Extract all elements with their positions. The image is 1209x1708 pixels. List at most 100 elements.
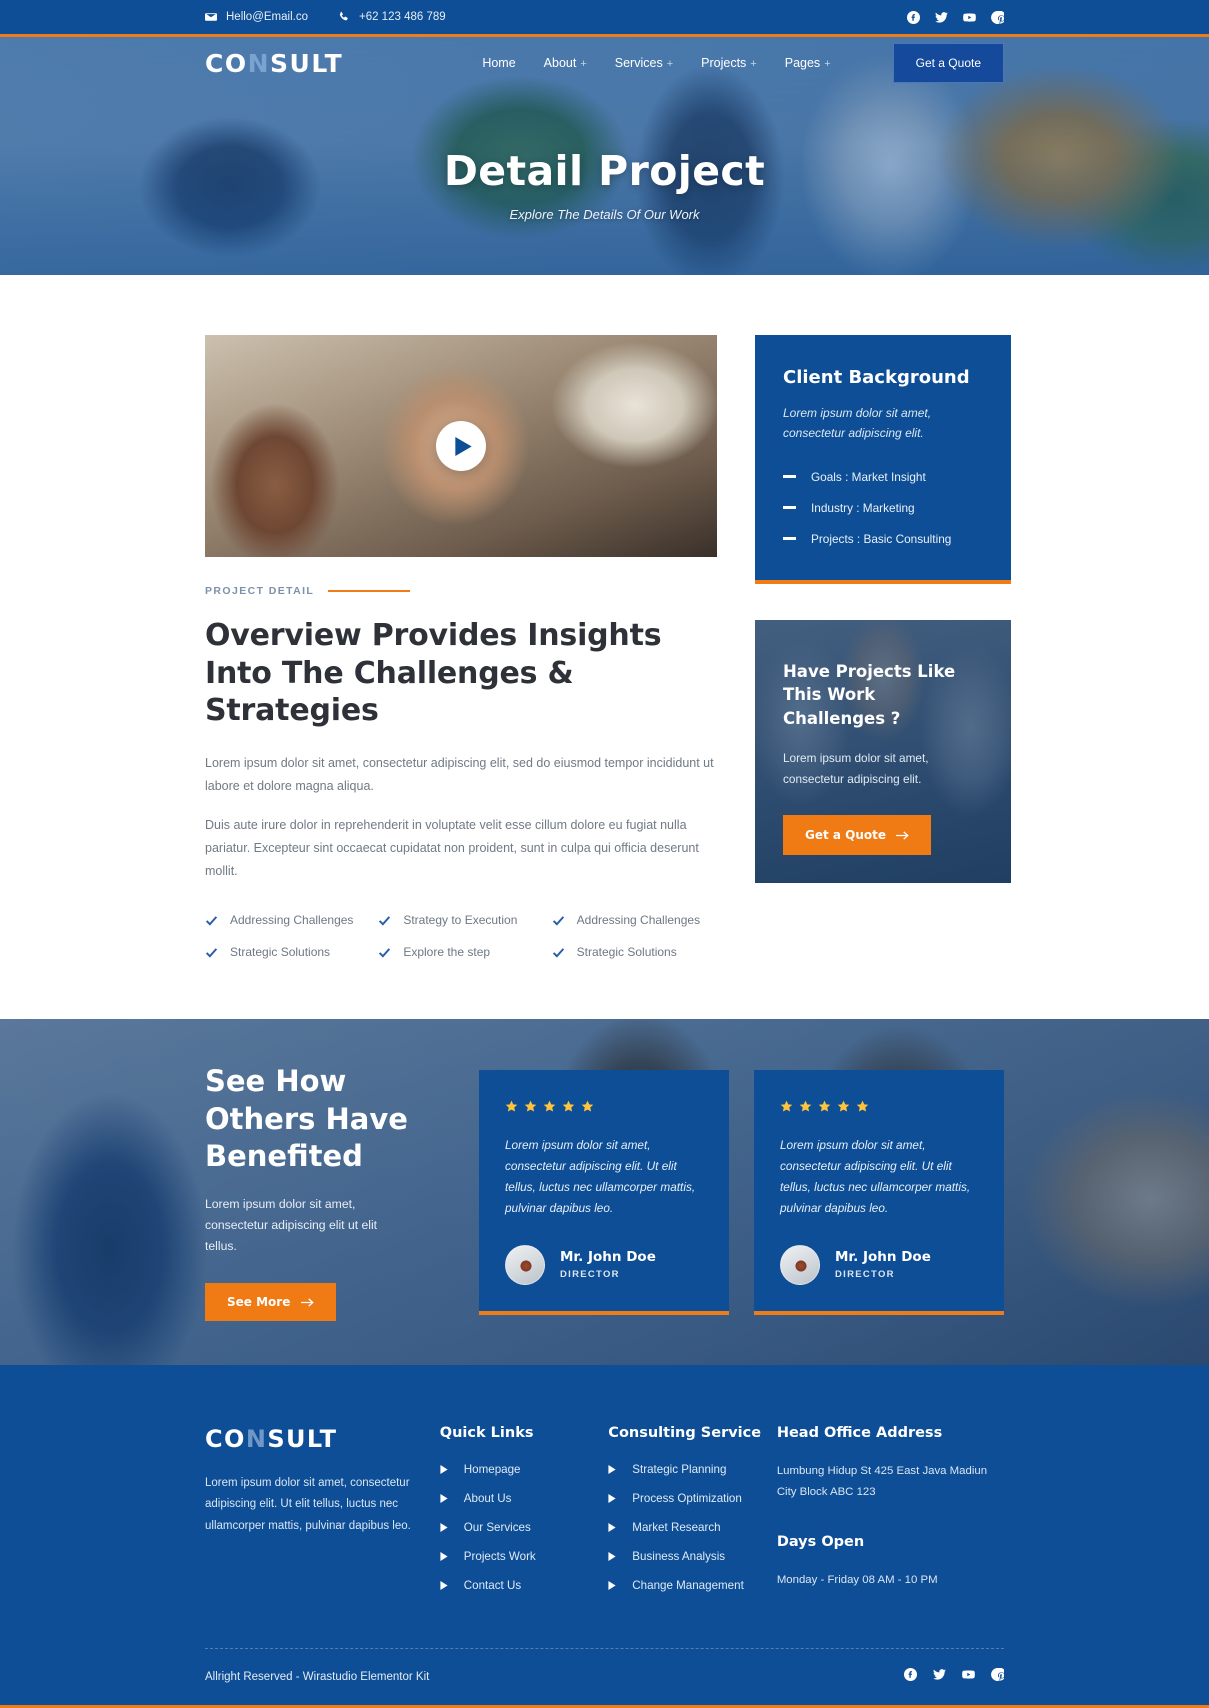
testimonial-author: Mr. John Doe DIRECTOR bbox=[780, 1244, 978, 1285]
testimonial-quote: Lorem ipsum dolor sit amet, consectetur … bbox=[505, 1137, 696, 1215]
checklist-item: Strategic Solutions bbox=[205, 945, 370, 959]
play-icon bbox=[454, 436, 472, 456]
star-rating bbox=[505, 1100, 703, 1113]
footer-about-text: Lorem ipsum dolor sit amet, consectetur … bbox=[205, 1477, 411, 1532]
footer-address-text: Lumbung Hidup St 425 East Java Madiun Ci… bbox=[776, 1465, 988, 1498]
facebook-icon[interactable] bbox=[907, 10, 920, 24]
footer-link-projects-work[interactable]: Projects Work bbox=[440, 1550, 609, 1563]
footer-link-change-management[interactable]: Change Management bbox=[608, 1579, 777, 1592]
check-icon bbox=[552, 915, 564, 926]
twitter-icon[interactable] bbox=[933, 1668, 946, 1686]
footer-socials bbox=[904, 1667, 1007, 1686]
phone-text: +62 123 486 789 bbox=[358, 11, 446, 23]
star-icon bbox=[543, 1100, 556, 1112]
youtube-icon[interactable] bbox=[963, 11, 976, 24]
page-root: Hello@Email.co +62 123 486 789 CONSULT H… bbox=[0, 0, 1209, 1708]
dash-icon bbox=[783, 475, 796, 479]
check-icon bbox=[205, 915, 218, 926]
logo-part-2: SULT bbox=[270, 48, 344, 78]
email-contact[interactable]: Hello@Email.co bbox=[205, 11, 308, 23]
pinterest-icon[interactable] bbox=[991, 1667, 1007, 1686]
nav-item-projects[interactable]: Projects + bbox=[701, 56, 757, 70]
caret-right-icon bbox=[440, 1465, 448, 1475]
check-icon bbox=[205, 947, 218, 958]
site-logo[interactable]: CONSULT bbox=[205, 49, 343, 78]
check-icon bbox=[379, 947, 391, 958]
nav-item-pages[interactable]: Pages + bbox=[785, 56, 831, 70]
cta-title: Have Projects Like This Work Challenges … bbox=[783, 661, 956, 728]
checklist-item: Strategic Solutions bbox=[552, 945, 717, 959]
logo-part-n: N bbox=[247, 48, 271, 78]
footer-link-strategic-planning[interactable]: Strategic Planning bbox=[608, 1463, 777, 1476]
project-video-thumbnail[interactable] bbox=[205, 335, 717, 557]
plus-icon: + bbox=[666, 58, 674, 70]
footer-link-homepage[interactable]: Homepage bbox=[440, 1463, 609, 1476]
play-button[interactable] bbox=[436, 421, 486, 471]
list-item: Goals : Market Insight bbox=[783, 470, 983, 484]
section-paragraph-1: Lorem ipsum dolor sit amet, consectetur … bbox=[205, 755, 714, 793]
header-get-quote-button[interactable]: Get a Quote bbox=[892, 43, 1004, 83]
checklist-item: Addressing Challenges bbox=[552, 913, 717, 927]
checklist-label: Addressing Challenges bbox=[230, 913, 354, 928]
pinterest-icon[interactable] bbox=[991, 10, 1004, 24]
footer-logo[interactable]: CONSULT bbox=[205, 1425, 440, 1453]
testimonial-author: Mr. John Doe DIRECTOR bbox=[505, 1244, 703, 1285]
caret-right-icon bbox=[608, 1494, 616, 1504]
caret-right-icon bbox=[608, 1581, 616, 1591]
cta-text: Lorem ipsum dolor sit amet, consectetur … bbox=[783, 751, 929, 786]
checklist-label: Addressing Challenges bbox=[576, 913, 701, 928]
star-icon bbox=[780, 1100, 793, 1112]
plus-icon: + bbox=[750, 58, 757, 70]
footer-link-our-services[interactable]: Our Services bbox=[440, 1521, 609, 1534]
logo-part-1: CO bbox=[205, 48, 248, 78]
star-icon bbox=[581, 1100, 594, 1112]
twitter-icon[interactable] bbox=[935, 11, 948, 24]
cta-card: Have Projects Like This Work Challenges … bbox=[755, 619, 1011, 883]
checklist-label: Strategy to Execution bbox=[403, 913, 518, 928]
top-bar-socials bbox=[907, 10, 1004, 24]
footer-columns: CONSULT Lorem ipsum dolor sit amet, cons… bbox=[205, 1425, 1004, 1592]
star-icon bbox=[837, 1100, 850, 1112]
plus-icon: + bbox=[824, 58, 831, 70]
footer-days-text: Monday - Friday 08 AM - 10 PM bbox=[776, 1574, 938, 1587]
checklist-label: Strategic Solutions bbox=[576, 945, 677, 960]
avatar bbox=[505, 1244, 545, 1285]
footer-link-about-us[interactable]: About Us bbox=[440, 1492, 609, 1505]
phone-contact[interactable]: +62 123 486 789 bbox=[338, 11, 446, 23]
list-item-label: Projects : Basic Consulting bbox=[811, 531, 952, 546]
dash-icon bbox=[783, 537, 796, 541]
email-text: Hello@Email.co bbox=[226, 11, 308, 23]
cta-get-quote-button[interactable]: Get a Quote bbox=[783, 815, 932, 856]
avatar bbox=[780, 1244, 820, 1285]
youtube-icon[interactable] bbox=[962, 1668, 975, 1686]
nav-item-home[interactable]: Home bbox=[482, 56, 515, 70]
facebook-icon[interactable] bbox=[904, 1668, 917, 1686]
client-background-title: Client Background bbox=[783, 367, 970, 388]
footer-link-contact-us[interactable]: Contact Us bbox=[440, 1579, 609, 1592]
testimonial-card: Lorem ipsum dolor sit amet, consectetur … bbox=[479, 1069, 729, 1315]
testimonial-text: Lorem ipsum dolor sit amet, consectetur … bbox=[205, 1197, 378, 1254]
footer-brand-column: CONSULT Lorem ipsum dolor sit amet, cons… bbox=[205, 1425, 440, 1592]
footer-link-process-optimization[interactable]: Process Optimization bbox=[608, 1492, 777, 1505]
nav-item-services[interactable]: Services + bbox=[615, 56, 673, 70]
footer-link-business-analysis[interactable]: Business Analysis bbox=[608, 1550, 777, 1563]
star-icon bbox=[524, 1100, 537, 1112]
envelope-icon bbox=[205, 13, 217, 21]
star-rating bbox=[780, 1100, 978, 1113]
plus-icon: + bbox=[580, 58, 587, 70]
testimonial-intro: See How Others Have Benefited Lorem ipsu… bbox=[205, 1063, 410, 1322]
footer-link-market-research[interactable]: Market Research bbox=[608, 1521, 777, 1534]
author-role: DIRECTOR bbox=[560, 1269, 620, 1281]
testimonial-heading: See How Others Have Benefited bbox=[205, 1064, 408, 1174]
section-heading: Overview Provides Insights Into The Chal… bbox=[205, 618, 662, 728]
footer-days-title: Days Open bbox=[776, 1534, 865, 1551]
testimonial-card: Lorem ipsum dolor sit amet, consectetur … bbox=[754, 1069, 1004, 1315]
see-more-button[interactable]: See More bbox=[205, 1283, 337, 1322]
page-subtitle: Explore The Details Of Our Work bbox=[509, 207, 700, 222]
list-item: Industry : Marketing bbox=[783, 501, 983, 515]
caret-right-icon bbox=[608, 1552, 616, 1562]
checklist-item: Strategy to Execution bbox=[378, 913, 543, 927]
testimonial-section: See How Others Have Benefited Lorem ipsu… bbox=[0, 1019, 1209, 1366]
dash-icon bbox=[783, 506, 796, 510]
nav-item-about[interactable]: About + bbox=[544, 56, 587, 70]
